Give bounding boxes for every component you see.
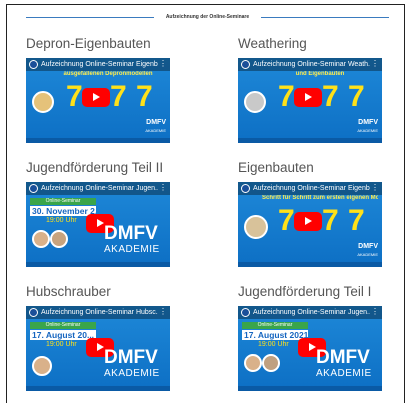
channel-icon[interactable]	[241, 60, 250, 69]
seminar-tile: Depron-Eigenbauten Aufzeichnung Online-S…	[26, 36, 172, 143]
logo-seven-2: 7	[322, 204, 339, 237]
seminar-title: Depron-Eigenbauten	[26, 36, 151, 51]
logo-seven-3: 7	[136, 80, 153, 113]
thumbnail-strip	[26, 386, 170, 391]
brand-sub: AKADEMIE	[145, 128, 166, 133]
seminar-title: Weathering	[238, 36, 307, 51]
play-button-icon[interactable]	[294, 88, 322, 107]
presenter-avatar	[50, 230, 68, 248]
brand-text: DMFV	[358, 243, 378, 250]
seminar-date: 17. August 2021	[242, 330, 308, 340]
video-topbar: Aufzeichnung Online-Seminar Weath... ⋮	[238, 58, 382, 71]
presenter-avatar	[244, 91, 266, 113]
more-options-icon[interactable]: ⋮	[371, 306, 379, 318]
video-thumbnail[interactable]: Aufzeichnung Online-Seminar Eigenb... ⋮ …	[238, 182, 382, 267]
video-thumbnail[interactable]: Aufzeichnung Online-Seminar Eigenb... ⋮ …	[26, 58, 170, 143]
brand-text: DMFV	[358, 119, 378, 126]
seminar-date: 30. November 2...	[30, 206, 96, 216]
video-topbar: Aufzeichnung Online-Seminar Eigenb... ⋮	[26, 58, 170, 71]
logo-seven-1: 7	[66, 80, 83, 113]
seminar-tile: Jugendförderung Teil II Aufzeichnung Onl…	[26, 160, 172, 267]
more-options-icon[interactable]: ⋮	[159, 58, 167, 70]
video-title[interactable]: Aufzeichnung Online-Seminar Jugen...	[253, 307, 370, 318]
seminar-title: Jugendförderung Teil II	[26, 160, 164, 175]
presenter-avatar	[32, 230, 50, 248]
presenter-avatar	[244, 215, 268, 239]
dmfv-logo: DMFV AKADEMIE	[357, 119, 378, 135]
video-subtitle: und Eigenbauten	[295, 71, 345, 77]
video-thumbnail[interactable]: Aufzeichnung Online-Seminar Jugen... ⋮ O…	[238, 306, 382, 391]
play-button-icon[interactable]	[82, 88, 110, 107]
more-options-icon[interactable]: ⋮	[159, 182, 167, 194]
seminar-tile: Hubschrauber Aufzeichnung Online-Seminar…	[26, 284, 172, 391]
logo-seven-2: 7	[110, 80, 127, 113]
seminar-badge: Online-Seminar	[30, 322, 96, 329]
video-topbar: Aufzeichnung Online-Seminar Jugen... ⋮	[238, 306, 382, 319]
seminar-date: 17. August 20...	[30, 330, 96, 340]
video-topbar: Aufzeichnung Online-Seminar Hubsc... ⋮	[26, 306, 170, 319]
video-title[interactable]: Aufzeichnung Online-Seminar Weath...	[253, 59, 370, 70]
video-subtitle: Schritt für Schritt zum ersten eigenen M…	[262, 195, 378, 201]
video-title[interactable]: Aufzeichnung Online-Seminar Eigenb...	[41, 59, 158, 70]
more-options-icon[interactable]: ⋮	[371, 182, 379, 194]
more-options-icon[interactable]: ⋮	[159, 306, 167, 318]
channel-icon[interactable]	[241, 308, 250, 317]
thumbnail-strip	[238, 386, 382, 391]
video-thumbnail[interactable]: Aufzeichnung Online-Seminar Weath... ⋮ u…	[238, 58, 382, 143]
seminar-tile: Eigenbauten Aufzeichnung Online-Seminar …	[238, 160, 384, 267]
seminar-badge: Online-Seminar	[242, 322, 308, 329]
seminar-time: 19:00 Uhr	[258, 341, 289, 348]
presenter-avatar	[32, 356, 52, 376]
logo-seven-3: 7	[348, 80, 365, 113]
channel-icon[interactable]	[29, 60, 38, 69]
presenter-avatar	[244, 354, 262, 372]
seminar-title: Hubschrauber	[26, 284, 111, 299]
thumbnail-strip	[238, 262, 382, 267]
channel-icon[interactable]	[29, 184, 38, 193]
seminar-tile: Jugendförderung Teil I Aufzeichnung Onli…	[238, 284, 384, 391]
more-options-icon[interactable]: ⋮	[371, 58, 379, 70]
video-title[interactable]: Aufzeichnung Online-Seminar Jugen...	[41, 183, 158, 194]
video-topbar: Aufzeichnung Online-Seminar Jugen... ⋮	[26, 182, 170, 195]
video-title[interactable]: Aufzeichnung Online-Seminar Hubsc...	[41, 307, 158, 318]
thumbnail-strip	[26, 262, 170, 267]
logo-seven-3: 7	[348, 204, 365, 237]
video-title[interactable]: Aufzeichnung Online-Seminar Eigenb...	[253, 183, 370, 194]
logo-seven-1: 7	[278, 204, 295, 237]
channel-icon[interactable]	[241, 184, 250, 193]
akademie-text: AKADEMIE	[104, 368, 160, 379]
seminar-badge: Online-Seminar	[30, 198, 96, 205]
logo-seven-2: 7	[322, 80, 339, 113]
seminar-tile: Weathering Aufzeichnung Online-Seminar W…	[238, 36, 384, 143]
seminar-title: Eigenbauten	[238, 160, 314, 175]
section-header: Aufzeichnung der Online-Seminare	[26, 12, 389, 22]
brand-sub: AKADEMIE	[357, 128, 378, 133]
seminar-time: 19:00 Uhr	[46, 341, 77, 348]
dmfv-logo: DMFV AKADEMIE	[145, 119, 166, 135]
channel-icon[interactable]	[29, 308, 38, 317]
thumbnail-strip	[238, 138, 382, 143]
seminar-time: 19:00 Uhr	[46, 217, 77, 224]
seminar-title: Jugendförderung Teil I	[238, 284, 372, 299]
video-topbar: Aufzeichnung Online-Seminar Eigenb... ⋮	[238, 182, 382, 195]
brand-sub: AKADEMIE	[357, 252, 378, 257]
dmfv-logo: DMFV	[104, 347, 158, 368]
logo-seven-1: 7	[278, 80, 295, 113]
video-subtitle: ausgefallenen Depronmodellen	[63, 71, 153, 77]
akademie-text: AKADEMIE	[316, 368, 372, 379]
presenter-avatar	[262, 354, 280, 372]
akademie-text: AKADEMIE	[104, 244, 160, 255]
dmfv-logo: DMFV	[104, 223, 158, 244]
play-button-icon[interactable]	[294, 212, 322, 231]
dmfv-logo: DMFV	[316, 347, 370, 368]
brand-text: DMFV	[146, 119, 166, 126]
video-thumbnail[interactable]: Aufzeichnung Online-Seminar Jugen... ⋮ O…	[26, 182, 170, 267]
header-rule-right	[261, 17, 389, 18]
thumbnail-strip	[26, 138, 170, 143]
dmfv-logo: DMFV AKADEMIE	[357, 243, 378, 259]
video-thumbnail[interactable]: Aufzeichnung Online-Seminar Hubsc... ⋮ O…	[26, 306, 170, 391]
presenter-avatar	[32, 91, 54, 113]
